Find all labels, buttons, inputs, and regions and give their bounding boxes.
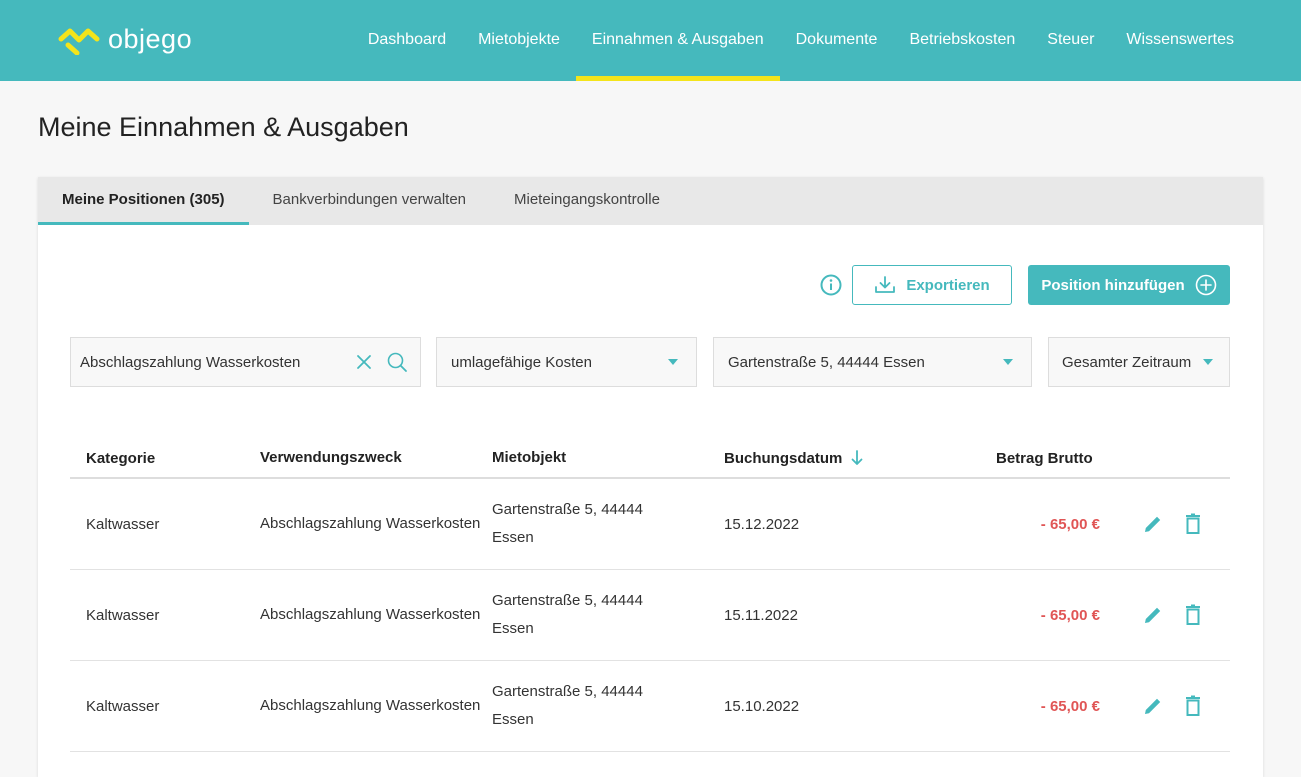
cell-property: Gartenstraße 5, 44444 Essen bbox=[492, 678, 724, 734]
edit-pencil-icon[interactable] bbox=[1142, 513, 1164, 535]
nav-item-wissenswertes[interactable]: Wissenswertes bbox=[1110, 0, 1250, 81]
table-header: Kategorie Verwendungszweck Mietobjekt Bu… bbox=[70, 439, 1230, 479]
clear-icon[interactable] bbox=[356, 354, 372, 370]
edit-pencil-icon[interactable] bbox=[1142, 695, 1164, 717]
download-icon bbox=[875, 276, 896, 293]
nav-item-steuer[interactable]: Steuer bbox=[1031, 0, 1110, 81]
cell-category: Kaltwasser bbox=[86, 515, 160, 533]
nav-item-dashboard[interactable]: Dashboard bbox=[352, 0, 462, 81]
plus-circle-icon bbox=[1195, 274, 1216, 296]
delete-trash-icon[interactable] bbox=[1184, 695, 1202, 717]
cell-property-line2: Essen bbox=[492, 529, 534, 546]
tab-bankverbindungen[interactable]: Bankverbindungen verwalten bbox=[249, 177, 490, 225]
cell-amount: - 65,00 € bbox=[1040, 606, 1100, 624]
nav-item-einnahmen-ausgaben[interactable]: Einnahmen & Ausgaben bbox=[575, 0, 780, 81]
chevron-down-icon bbox=[1203, 359, 1213, 365]
add-position-button-label: Position hinzufügen bbox=[1041, 276, 1185, 294]
cell-property: Gartenstraße 5, 44444 Essen bbox=[492, 496, 724, 552]
cell-property-line1: Gartenstraße 5, 44444 bbox=[492, 683, 643, 700]
search-input[interactable] bbox=[71, 353, 356, 371]
table-row[interactable]: Kaltwasser Abschlagszahlung Wasserkosten… bbox=[70, 661, 1230, 752]
cell-property-line1: Gartenstraße 5, 44444 bbox=[492, 501, 643, 518]
tab-mieteingangskontrolle[interactable]: Mieteingangskontrolle bbox=[490, 177, 684, 225]
top-navigation-bar: objego Dashboard Mietobjekte Einnahmen &… bbox=[0, 0, 1301, 81]
column-header-betrag-brutto[interactable]: Betrag Brutto bbox=[904, 450, 1100, 467]
cell-purpose: Abschlagszahlung Wasserkosten bbox=[260, 606, 481, 623]
objego-logo[interactable]: objego bbox=[58, 24, 192, 55]
cell-date: 15.10.2022 bbox=[724, 697, 800, 715]
add-position-button[interactable]: Position hinzufügen bbox=[1028, 265, 1230, 305]
cell-property-line2: Essen bbox=[492, 711, 534, 728]
nav-item-dokumente[interactable]: Dokumente bbox=[780, 0, 894, 81]
column-header-mietobjekt[interactable]: Mietobjekt bbox=[492, 444, 724, 472]
cell-date: 15.12.2022 bbox=[724, 515, 800, 533]
cell-amount: - 65,00 € bbox=[1040, 697, 1100, 715]
sort-arrow-down-icon bbox=[851, 450, 863, 465]
search-icon[interactable] bbox=[386, 351, 408, 373]
page-title: Meine Einnahmen & Ausgaben bbox=[38, 112, 409, 142]
category-select[interactable]: umlagefähige Kosten bbox=[436, 337, 697, 387]
table-row[interactable]: Kaltwasser Abschlagszahlung Wasserkosten… bbox=[70, 479, 1230, 570]
nav-item-mietobjekte[interactable]: Mietobjekte bbox=[462, 0, 576, 81]
chevron-down-icon bbox=[668, 359, 678, 365]
cell-category: Kaltwasser bbox=[86, 697, 160, 715]
property-select-value: Gartenstraße 5, 44444 Essen bbox=[728, 353, 925, 371]
search-filter bbox=[70, 337, 421, 387]
cell-amount: - 65,00 € bbox=[1040, 515, 1100, 533]
delete-trash-icon[interactable] bbox=[1184, 604, 1202, 626]
tab-meine-positionen[interactable]: Meine Positionen (305) bbox=[38, 177, 249, 225]
chevron-down-icon bbox=[1003, 359, 1013, 365]
category-select-value: umlagefähige Kosten bbox=[451, 353, 592, 371]
cell-property: Gartenstraße 5, 44444 Essen bbox=[492, 587, 724, 643]
property-select[interactable]: Gartenstraße 5, 44444 Essen bbox=[713, 337, 1032, 387]
positions-table: Kategorie Verwendungszweck Mietobjekt Bu… bbox=[70, 439, 1230, 752]
positions-card: Meine Positionen (305) Bankverbindungen … bbox=[38, 177, 1263, 777]
column-header-buchungsdatum-label: Buchungsdatum bbox=[724, 449, 843, 467]
column-header-kategorie[interactable]: Kategorie bbox=[70, 450, 260, 467]
cell-purpose: Abschlagszahlung Wasserkosten bbox=[260, 697, 481, 714]
delete-trash-icon[interactable] bbox=[1184, 513, 1202, 535]
main-nav: Dashboard Mietobjekte Einnahmen & Ausgab… bbox=[352, 0, 1250, 81]
export-button[interactable]: Exportieren bbox=[852, 265, 1012, 305]
cell-property-line1: Gartenstraße 5, 44444 bbox=[492, 592, 643, 609]
info-icon[interactable] bbox=[820, 274, 842, 296]
column-header-buchungsdatum[interactable]: Buchungsdatum bbox=[724, 449, 904, 467]
period-select-value: Gesamter Zeitraum bbox=[1062, 353, 1192, 371]
logo-mark-icon bbox=[58, 28, 100, 55]
column-header-verwendungszweck[interactable]: Verwendungszweck bbox=[260, 449, 492, 467]
table-row[interactable]: Kaltwasser Abschlagszahlung Wasserkosten… bbox=[70, 570, 1230, 661]
cell-date: 15.11.2022 bbox=[724, 606, 798, 624]
period-select[interactable]: Gesamter Zeitraum bbox=[1048, 337, 1230, 387]
logo-text: objego bbox=[108, 24, 193, 54]
cell-purpose: Abschlagszahlung Wasserkosten bbox=[260, 515, 481, 532]
edit-pencil-icon[interactable] bbox=[1142, 604, 1164, 626]
cell-category: Kaltwasser bbox=[86, 606, 160, 624]
export-button-label: Exportieren bbox=[906, 276, 990, 294]
nav-item-betriebskosten[interactable]: Betriebskosten bbox=[893, 0, 1031, 81]
cell-property-line2: Essen bbox=[492, 620, 534, 637]
tab-bar: Meine Positionen (305) Bankverbindungen … bbox=[38, 177, 1263, 225]
